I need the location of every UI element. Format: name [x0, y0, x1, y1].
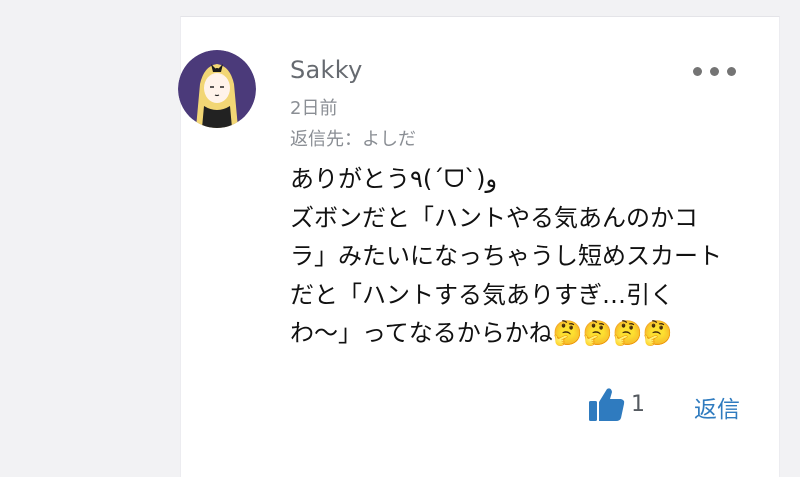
- comment-author[interactable]: Sakky: [290, 56, 363, 84]
- comment-body: ありがとう٩(ˊᗜˋ)و ズボンだと「ハントやる気あんのかコラ」みたいになっちゃ…: [290, 165, 722, 347]
- comment-timestamp: 2日前: [290, 98, 338, 119]
- avatar[interactable]: [178, 50, 256, 128]
- reply-to-label: 返信先：よしだ: [290, 129, 416, 150]
- more-dot: [710, 67, 719, 76]
- more-dot: [693, 67, 702, 76]
- thumbs-up-icon[interactable]: [588, 386, 626, 422]
- more-options-icon[interactable]: [693, 62, 737, 80]
- avatar-image: [178, 50, 256, 128]
- like-count: 1: [631, 392, 645, 417]
- more-dot: [727, 67, 736, 76]
- reply-button[interactable]: 返信: [694, 390, 740, 424]
